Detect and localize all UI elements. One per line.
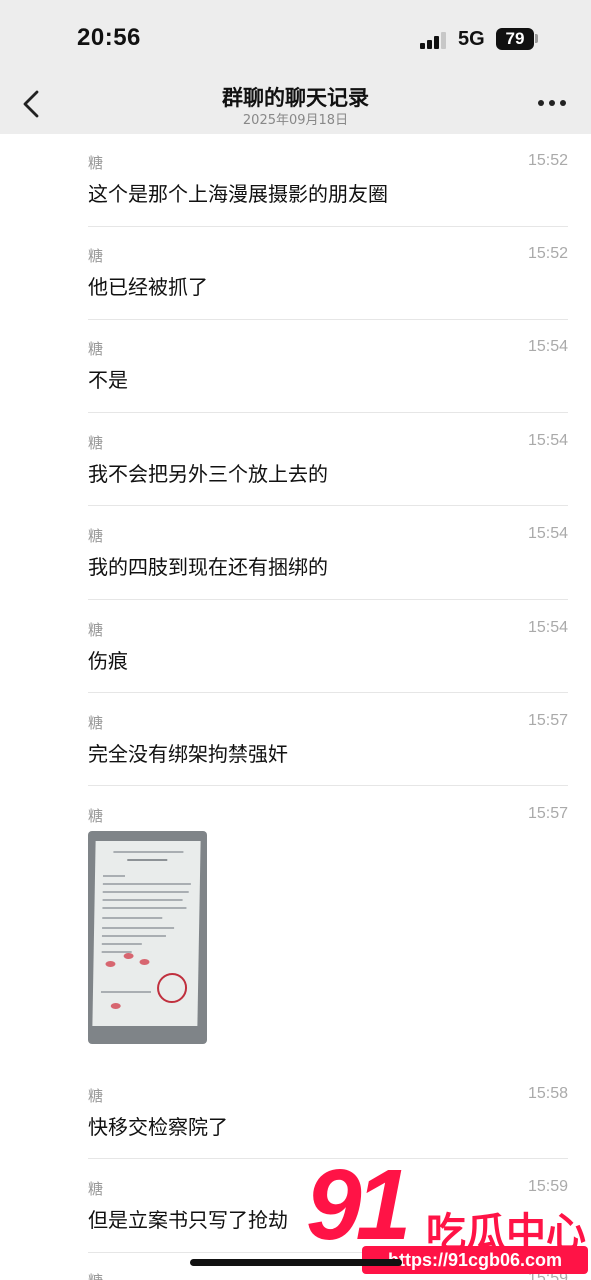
header: 20:56 5G 79 群聊的聊天记录 2025年09月18日 (0, 0, 591, 134)
page-subtitle: 2025年09月18日 (242, 113, 349, 128)
battery-tip (535, 34, 538, 43)
message-sender: 糖 (88, 1180, 104, 1198)
message-time: 15:54 (527, 619, 568, 636)
message-sender: 糖 (88, 714, 104, 732)
message-time: 15:54 (527, 525, 568, 542)
message-text: 快移交检察院了 (88, 1115, 228, 1139)
home-indicator[interactable] (190, 1259, 402, 1266)
divider (88, 319, 568, 320)
message-sender: 糖 (88, 247, 104, 265)
message-sender: 糖 (88, 434, 104, 452)
status-time: 20:56 (77, 24, 141, 51)
message-sender: 糖 (88, 154, 104, 172)
message-text: 伤痕 (88, 649, 128, 673)
more-icon[interactable] (536, 100, 568, 108)
message-text: 不是 (88, 368, 128, 392)
document-paper (92, 841, 201, 1026)
divider (88, 412, 568, 413)
divider (88, 505, 568, 506)
message-time: 15:54 (527, 338, 568, 355)
message-text: 这个是那个上海漫展摄影的朋友圈 (88, 182, 388, 206)
divider (88, 226, 568, 227)
divider (88, 692, 568, 693)
message-text: 他已经被抓了 (88, 275, 208, 299)
message-sender: 糖 (88, 807, 104, 825)
message-time: 15:52 (527, 245, 568, 262)
message-text: 但是立案书只写了抢劫 (88, 1208, 288, 1232)
message-text: 我的四肢到现在还有捆绑的 (88, 555, 328, 579)
message-sender: 糖 (88, 527, 104, 545)
message-time: 15:54 (527, 432, 568, 449)
message-time: 15:52 (527, 152, 568, 169)
message-time: 15:57 (527, 712, 568, 729)
message-time: 15:57 (527, 805, 568, 822)
message-sender: 糖 (88, 1270, 103, 1280)
message-sender: 糖 (88, 1087, 104, 1105)
document-image[interactable] (88, 831, 207, 1044)
page-title: 群聊的聊天记录 (222, 86, 369, 110)
signal-icon (420, 31, 448, 49)
message-sender: 糖 (88, 621, 104, 639)
message-time: 15:58 (527, 1085, 568, 1102)
divider (88, 599, 568, 600)
divider (88, 785, 568, 786)
battery-icon: 79 (496, 28, 534, 50)
message-text: 我不会把另外三个放上去的 (88, 462, 328, 486)
network-type: 5G (458, 28, 485, 50)
message-sender: 糖 (88, 340, 104, 358)
message-text: 完全没有绑架拘禁强奸 (88, 742, 288, 766)
